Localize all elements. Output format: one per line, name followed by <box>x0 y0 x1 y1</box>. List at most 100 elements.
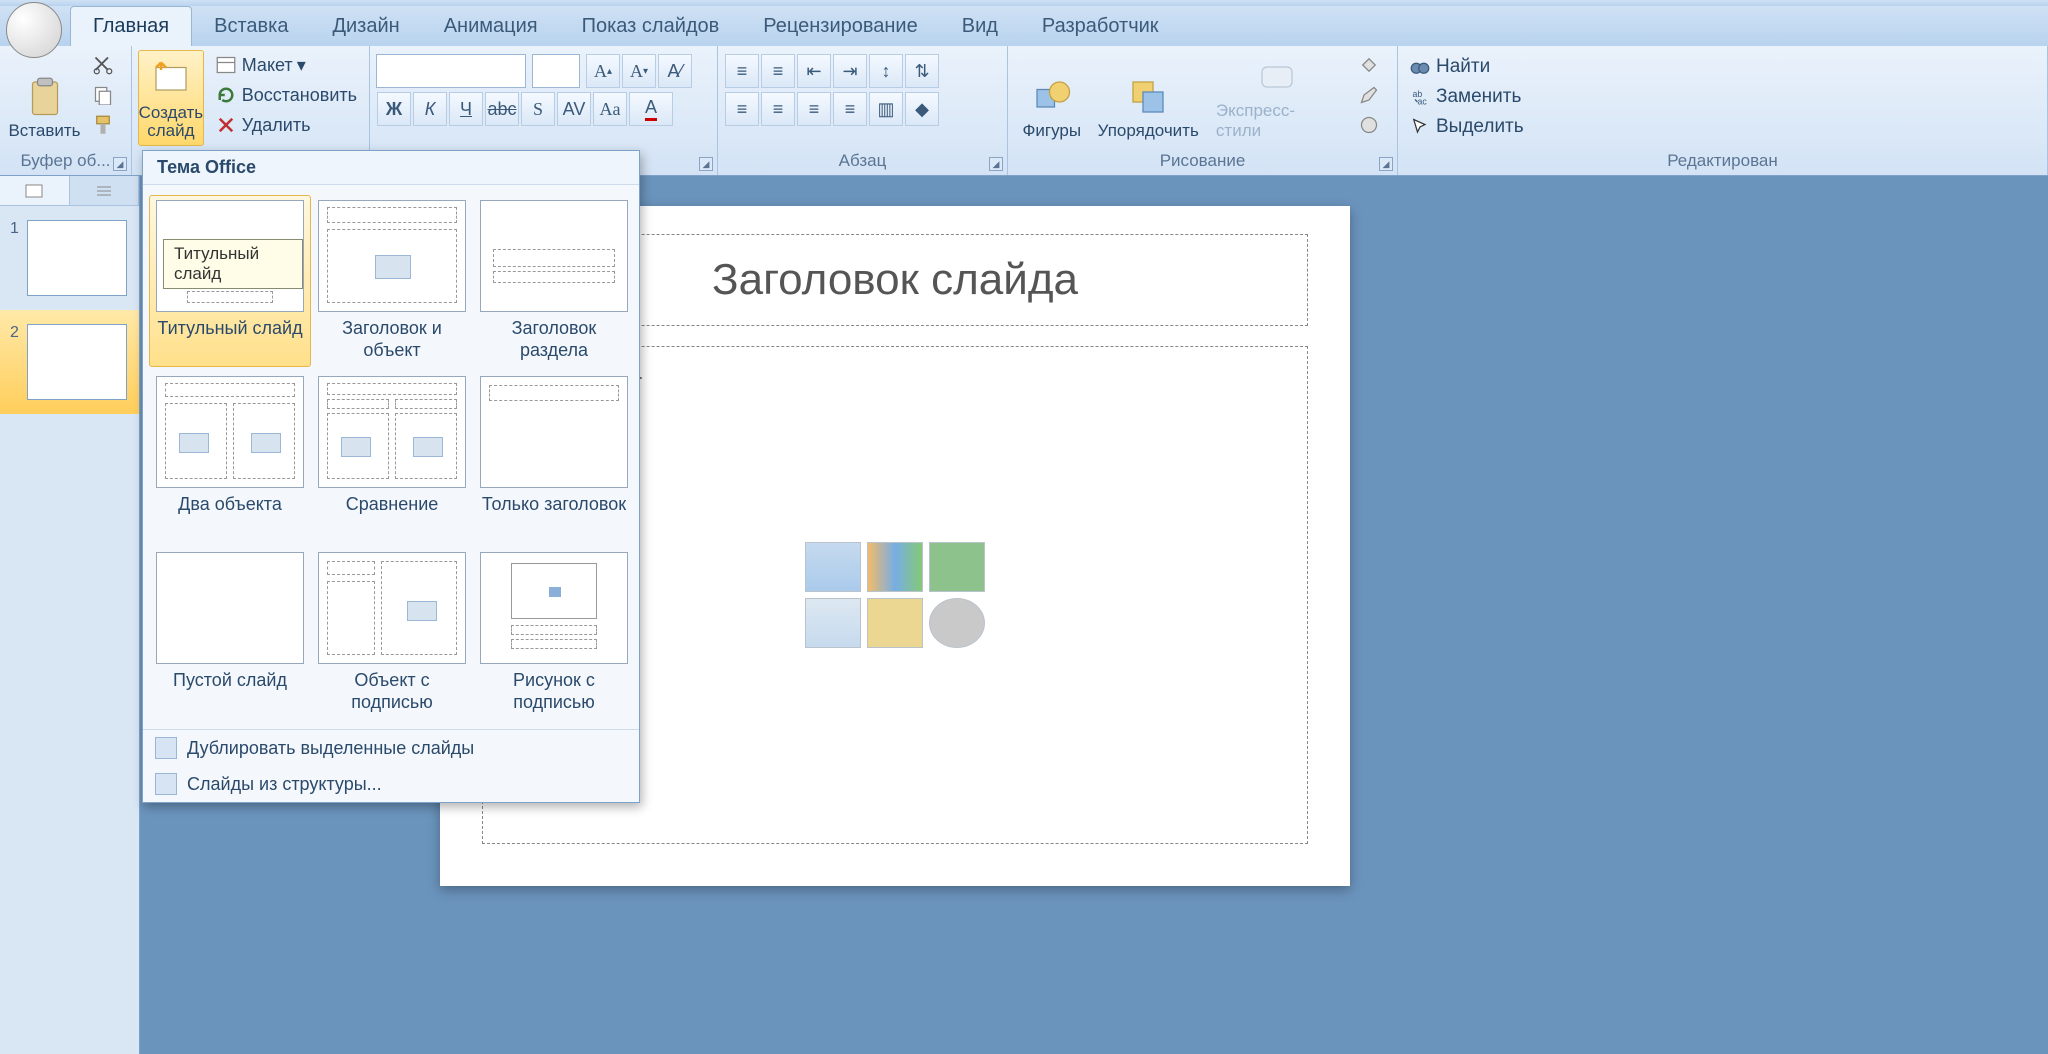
clipboard-launcher[interactable]: ◢ <box>113 157 127 171</box>
shape-effects-button[interactable] <box>1353 110 1391 140</box>
duplicate-label: Дублировать выделенные слайды <box>187 738 474 759</box>
decrease-indent-button[interactable]: ⇤ <box>797 54 831 88</box>
grow-font-button[interactable]: A▴ <box>586 54 620 88</box>
tab-animation[interactable]: Анимация <box>422 7 560 46</box>
numbering-icon: ≡ <box>773 61 784 82</box>
slides-tab[interactable] <box>0 176 70 205</box>
smartart-icon: ◆ <box>915 99 929 120</box>
clipboard-icon <box>25 77 65 117</box>
paste-button[interactable]: Вставить <box>6 50 83 146</box>
font-launcher[interactable]: ◢ <box>699 157 713 171</box>
shadow-button[interactable]: S <box>521 92 555 126</box>
copy-button[interactable] <box>87 80 125 110</box>
office-button[interactable] <box>6 2 62 58</box>
tab-design[interactable]: Дизайн <box>310 7 421 46</box>
select-button[interactable]: Выделить <box>1404 112 1530 142</box>
layout-content-caption[interactable]: Объект с подписью <box>311 547 473 719</box>
align-center-button[interactable]: ≡ <box>761 92 795 126</box>
layout-comparison[interactable]: Сравнение <box>311 371 473 543</box>
convert-smartart-button[interactable]: ◆ <box>905 92 939 126</box>
shapes-button[interactable]: Фигуры <box>1014 50 1090 146</box>
paragraph-launcher[interactable]: ◢ <box>989 157 1003 171</box>
font-size-combo[interactable] <box>532 54 580 88</box>
bullets-button[interactable]: ≡ <box>725 54 759 88</box>
align-left-icon: ≡ <box>737 99 748 120</box>
clear-format-button[interactable]: A⁄ <box>658 54 692 88</box>
layout-label: Рисунок с подписью <box>480 670 628 714</box>
duplicate-icon <box>155 737 177 759</box>
align-right-button[interactable]: ≡ <box>797 92 831 126</box>
delete-label: Удалить <box>242 115 311 136</box>
layout-title-only[interactable]: Только заголовок <box>473 371 635 543</box>
delete-button[interactable]: Удалить <box>210 110 363 140</box>
layout-section-header[interactable]: Заголовок раздела <box>473 195 635 367</box>
bold-button[interactable]: Ж <box>377 92 411 126</box>
tab-developer[interactable]: Разработчик <box>1020 7 1181 46</box>
increase-indent-button[interactable]: ⇥ <box>833 54 867 88</box>
duplicate-slides-item[interactable]: Дублировать выделенные слайды <box>143 730 639 766</box>
tab-insert[interactable]: Вставка <box>192 7 310 46</box>
layout-title-content[interactable]: Заголовок и объект <box>311 195 473 367</box>
layout-tooltip: Титульный слайд <box>163 239 303 289</box>
editing-group-label: Редактирован <box>1404 147 2041 173</box>
layout-label: Только заголовок <box>482 494 626 538</box>
numbering-button[interactable]: ≡ <box>761 54 795 88</box>
shrink-font-button[interactable]: A▾ <box>622 54 656 88</box>
scissors-icon <box>93 55 113 75</box>
insert-picture-icon[interactable] <box>805 598 861 648</box>
quick-styles-button[interactable]: Экспресс-стили <box>1207 50 1347 146</box>
layout-label: Объект с подписью <box>318 670 466 714</box>
drawing-launcher[interactable]: ◢ <box>1379 157 1393 171</box>
layout-button[interactable]: Макет▾ <box>210 50 363 80</box>
slide-thumb-2[interactable]: 2 <box>0 310 139 414</box>
justify-button[interactable]: ≡ <box>833 92 867 126</box>
font-name-combo[interactable] <box>376 54 526 88</box>
outline-tab[interactable] <box>70 176 140 205</box>
align-left-button[interactable]: ≡ <box>725 92 759 126</box>
shape-outline-button[interactable] <box>1353 80 1391 110</box>
replace-button[interactable]: abac Заменить <box>1404 82 1527 112</box>
italic-button[interactable]: К <box>413 92 447 126</box>
layout-label: Заголовок и объект <box>318 318 466 362</box>
insert-clipart-icon[interactable] <box>867 598 923 648</box>
tab-review[interactable]: Рецензирование <box>741 7 939 46</box>
format-painter-button[interactable] <box>87 110 125 140</box>
justify-icon: ≡ <box>845 99 856 120</box>
reset-icon <box>216 85 236 105</box>
shape-fill-button[interactable] <box>1353 50 1391 80</box>
slide-thumb-1[interactable]: 1 <box>0 206 139 310</box>
columns-button[interactable]: ▥ <box>869 92 903 126</box>
svg-text:ac: ac <box>1418 97 1428 107</box>
replace-label: Заменить <box>1436 86 1521 108</box>
reset-button[interactable]: Восстановить <box>210 80 363 110</box>
insert-smartart-icon[interactable] <box>929 542 985 592</box>
bullets-icon: ≡ <box>737 61 748 82</box>
eraser-icon: A⁄ <box>667 61 682 82</box>
brush-icon <box>93 115 113 135</box>
binoculars-icon <box>1410 57 1430 77</box>
layout-blank[interactable]: Пустой слайд <box>149 547 311 719</box>
tab-slideshow[interactable]: Показ слайдов <box>560 7 742 46</box>
slides-from-outline-item[interactable]: Слайды из структуры... <box>143 766 639 802</box>
layout-picture-caption[interactable]: Рисунок с подписью <box>473 547 635 719</box>
arrange-button[interactable]: Упорядочить <box>1090 50 1207 146</box>
strike-button[interactable]: abc <box>485 92 519 126</box>
tab-home[interactable]: Главная <box>70 6 192 46</box>
line-spacing-button[interactable]: ↕ <box>869 54 903 88</box>
new-slide-button[interactable]: Создать слайд <box>138 50 204 146</box>
insert-media-icon[interactable] <box>929 598 985 648</box>
find-button[interactable]: Найти <box>1404 52 1496 82</box>
change-case-button[interactable]: Aa <box>593 92 627 126</box>
cut-button[interactable] <box>87 50 125 80</box>
tab-view[interactable]: Вид <box>940 7 1020 46</box>
char-spacing-button[interactable]: AV <box>557 92 591 126</box>
text-direction-button[interactable]: ⇅ <box>905 54 939 88</box>
layout-two-content[interactable]: Два объекта <box>149 371 311 543</box>
layout-title-slide[interactable]: Титульный слайд Титульный слайд <box>149 195 311 367</box>
ribbon-tabs: Главная Вставка Дизайн Анимация Показ сл… <box>0 6 2048 46</box>
font-color-button[interactable]: A <box>629 92 673 126</box>
underline-button[interactable]: Ч <box>449 92 483 126</box>
insert-table-icon[interactable] <box>805 542 861 592</box>
insert-chart-icon[interactable] <box>867 542 923 592</box>
layout-label: Пустой слайд <box>173 670 287 714</box>
